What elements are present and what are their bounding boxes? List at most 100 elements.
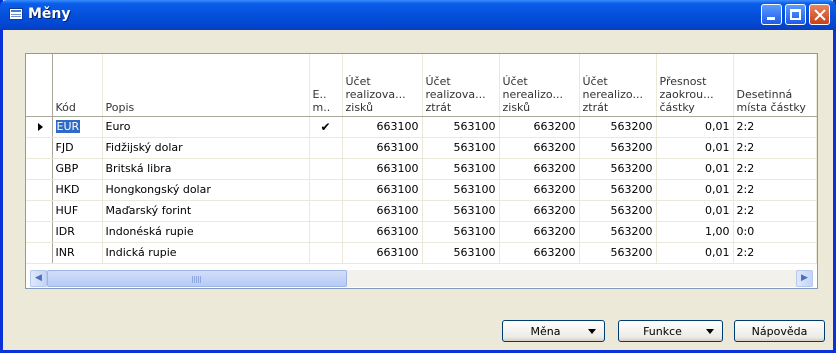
- help-button[interactable]: Nápověda: [734, 320, 825, 342]
- cell-decimal-places[interactable]: 2:2: [733, 116, 817, 138]
- minimize-button[interactable]: [761, 4, 782, 25]
- cell-realized-gains[interactable]: 663100: [342, 116, 423, 138]
- scroll-left-icon[interactable]: ◀: [30, 270, 47, 287]
- column-header-description[interactable]: Popis: [102, 54, 310, 117]
- horizontal-scrollbar[interactable]: ◀ ▶: [30, 270, 813, 287]
- table-row[interactable]: EUR Euro ✔ 663100 563100 663200 563200 0…: [26, 116, 817, 138]
- checkmark-icon[interactable]: ✔: [309, 116, 343, 138]
- cell-code[interactable]: FJD: [52, 137, 103, 159]
- cell-realized-gains[interactable]: 663100: [342, 137, 423, 159]
- table-row[interactable]: HUF Maďarský forint 663100 563100 663200…: [26, 200, 817, 222]
- cell-unrealized-losses[interactable]: 563200: [579, 137, 657, 159]
- cell-realized-losses[interactable]: 563100: [422, 116, 500, 138]
- cell-realized-gains[interactable]: 663100: [342, 221, 423, 243]
- cell-realized-losses[interactable]: 563100: [422, 242, 500, 264]
- cell-unrealized-gains[interactable]: 663200: [499, 137, 580, 159]
- column-header-unrealized-gains[interactable]: Účet nerealizo... zisků: [499, 54, 580, 117]
- cell-em[interactable]: [309, 179, 343, 201]
- cell-rounding-precision[interactable]: 0,01: [656, 179, 734, 201]
- cell-description[interactable]: Britská libra: [102, 158, 310, 180]
- cell-unrealized-losses[interactable]: 563200: [579, 116, 657, 138]
- scroll-right-icon[interactable]: ▶: [796, 270, 813, 287]
- row-selector[interactable]: [26, 200, 53, 222]
- cell-code[interactable]: HKD: [52, 179, 103, 201]
- cell-unrealized-gains[interactable]: 663200: [499, 221, 580, 243]
- table-icon: [9, 8, 23, 20]
- cell-unrealized-losses[interactable]: 563200: [579, 221, 657, 243]
- table-row[interactable]: GBP Britská libra 663100 563100 663200 5…: [26, 158, 817, 180]
- cell-realized-losses[interactable]: 563100: [422, 179, 500, 201]
- cell-decimal-places[interactable]: 2:2: [733, 179, 817, 201]
- column-header-rounding-precision[interactable]: Přesnost zaokrou... částky: [656, 54, 734, 117]
- column-header-realized-losses[interactable]: Účet realizova... ztrát: [422, 54, 500, 117]
- cell-rounding-precision[interactable]: 0,01: [656, 116, 734, 138]
- cell-realized-losses[interactable]: 563100: [422, 137, 500, 159]
- horizontal-scroll-thumb[interactable]: [47, 270, 347, 287]
- cell-em[interactable]: [309, 200, 343, 222]
- cell-code[interactable]: IDR: [52, 221, 103, 243]
- cell-em[interactable]: [309, 221, 343, 243]
- row-selector[interactable]: [26, 158, 53, 180]
- column-header-code[interactable]: Kód: [52, 54, 103, 117]
- cell-rounding-precision[interactable]: 1,00: [656, 221, 734, 243]
- row-selector[interactable]: [26, 116, 53, 138]
- cell-realized-gains[interactable]: 663100: [342, 200, 423, 222]
- cell-code[interactable]: EUR: [52, 116, 103, 138]
- cell-realized-losses[interactable]: 563100: [422, 221, 500, 243]
- cell-description[interactable]: Maďarský forint: [102, 200, 310, 222]
- cell-em[interactable]: [309, 242, 343, 264]
- cell-unrealized-gains[interactable]: 663200: [499, 158, 580, 180]
- cell-description[interactable]: Hongkongský dolar: [102, 179, 310, 201]
- column-header-realized-gains[interactable]: Účet realizova... zisků: [342, 54, 423, 117]
- cell-realized-losses[interactable]: 563100: [422, 158, 500, 180]
- cell-unrealized-gains[interactable]: 663200: [499, 179, 580, 201]
- maximize-button[interactable]: [785, 4, 806, 25]
- table-row[interactable]: INR Indická rupie 663100 563100 663200 5…: [26, 242, 817, 264]
- cell-description[interactable]: Indická rupie: [102, 242, 310, 264]
- table-row[interactable]: IDR Indonéská rupie 663100 563100 663200…: [26, 221, 817, 243]
- cell-decimal-places[interactable]: 0:0: [733, 221, 817, 243]
- cell-decimal-places[interactable]: 2:2: [733, 158, 817, 180]
- column-header-em[interactable]: E.. m..: [309, 54, 343, 117]
- cell-unrealized-losses[interactable]: 563200: [579, 200, 657, 222]
- title-bar[interactable]: Měny: [0, 0, 836, 30]
- cell-description[interactable]: Euro: [102, 116, 310, 138]
- cell-rounding-precision[interactable]: 0,01: [656, 242, 734, 264]
- cell-unrealized-gains[interactable]: 663200: [499, 200, 580, 222]
- cell-em[interactable]: [309, 137, 343, 159]
- cell-unrealized-losses[interactable]: 563200: [579, 179, 657, 201]
- cell-description[interactable]: Fidžijský dolar: [102, 137, 310, 159]
- row-selector[interactable]: [26, 242, 53, 264]
- functions-menu-button[interactable]: Funkce: [618, 320, 723, 342]
- currencies-window: Měny Kód Popis E.. m.. Účet realizova...…: [0, 0, 836, 353]
- cell-realized-gains[interactable]: 663100: [342, 158, 423, 180]
- cell-description[interactable]: Indonéská rupie: [102, 221, 310, 243]
- cell-unrealized-gains[interactable]: 663200: [499, 116, 580, 138]
- cell-decimal-places[interactable]: 2:2: [733, 242, 817, 264]
- cell-em[interactable]: [309, 158, 343, 180]
- row-selector[interactable]: [26, 137, 53, 159]
- cell-realized-losses[interactable]: 563100: [422, 200, 500, 222]
- column-header-unrealized-losses[interactable]: Účet nerealizo... ztrát: [579, 54, 657, 117]
- cell-rounding-precision[interactable]: 0,01: [656, 158, 734, 180]
- cell-decimal-places[interactable]: 2:2: [733, 137, 817, 159]
- table-row[interactable]: FJD Fidžijský dolar 663100 563100 663200…: [26, 137, 817, 159]
- cell-code[interactable]: INR: [52, 242, 103, 264]
- close-button[interactable]: [809, 4, 830, 25]
- cell-code[interactable]: GBP: [52, 158, 103, 180]
- cell-rounding-precision[interactable]: 0,01: [656, 200, 734, 222]
- row-selector[interactable]: [26, 221, 53, 243]
- currency-menu-button[interactable]: Měna: [502, 320, 605, 342]
- column-header-decimal-places[interactable]: Desetinná místa částky: [733, 54, 817, 117]
- cell-rounding-precision[interactable]: 0,01: [656, 137, 734, 159]
- table-row[interactable]: HKD Hongkongský dolar 663100 563100 6632…: [26, 179, 817, 201]
- cell-realized-gains[interactable]: 663100: [342, 242, 423, 264]
- row-selector[interactable]: [26, 179, 53, 201]
- dropdown-arrow-icon: [706, 328, 714, 334]
- cell-code[interactable]: HUF: [52, 200, 103, 222]
- cell-realized-gains[interactable]: 663100: [342, 179, 423, 201]
- cell-unrealized-losses[interactable]: 563200: [579, 158, 657, 180]
- cell-unrealized-losses[interactable]: 563200: [579, 242, 657, 264]
- cell-unrealized-gains[interactable]: 663200: [499, 242, 580, 264]
- cell-decimal-places[interactable]: 2:2: [733, 200, 817, 222]
